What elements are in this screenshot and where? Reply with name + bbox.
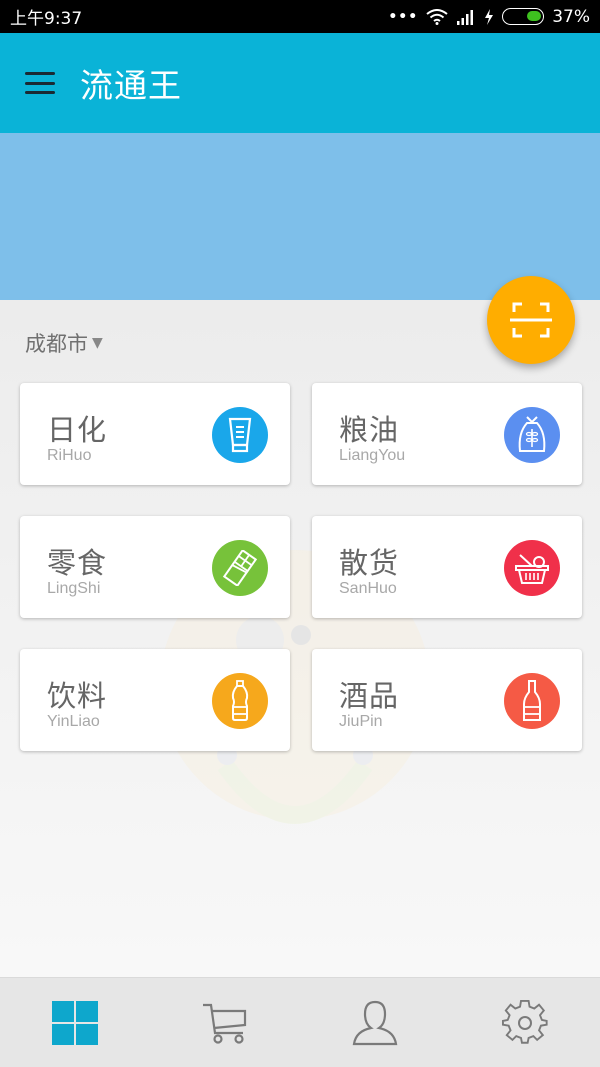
status-icons: ••• 37% [388,7,590,27]
category-pinyin: SanHuo [339,580,397,597]
category-card-jiupin[interactable]: 酒品 JiuPin [312,649,582,751]
app-title: 流通王 [80,66,182,105]
charging-icon [485,8,494,25]
hamburger-menu-icon[interactable] [25,72,55,94]
banner[interactable] [0,133,600,300]
scan-icon [510,302,552,338]
category-name: 散货 [339,546,400,580]
category-pinyin: RiHuo [47,447,92,464]
wine-bottle-icon [504,673,560,729]
main-content: 成都市 ▼ 日化 RiHuo 粮油 LiangYou 零食 LingShi 散货… [0,300,600,977]
category-pinyin: LingShi [47,580,101,597]
user-icon [352,1000,398,1045]
basket-icon [504,540,560,596]
status-time: 上午9:37 [10,9,83,29]
category-card-lingshi[interactable]: 零食 LingShi [20,516,290,618]
tab-cart[interactable] [150,978,300,1067]
gear-icon [502,999,548,1044]
category-pinyin: YinLiao [47,713,100,730]
wifi-icon [426,8,448,25]
chocolate-bar-icon [212,540,268,596]
category-card-liangyou[interactable]: 粮油 LiangYou [312,383,582,485]
battery-percent: 37% [552,6,590,27]
app-bar: 流通王 [0,33,600,133]
bottle-icon [212,673,268,729]
lotion-tube-icon [212,407,268,463]
category-card-sanhuo[interactable]: 散货 SanHuo [312,516,582,618]
city-name: 成都市 [25,332,88,356]
grain-sack-icon [504,407,560,463]
category-name: 日化 [47,413,108,447]
tab-settings[interactable] [450,978,600,1067]
battery-icon [502,8,545,25]
category-card-yinliao[interactable]: 饮料 YinLiao [20,649,290,751]
tab-profile[interactable] [300,978,450,1067]
scan-button[interactable] [487,276,575,364]
category-name: 饮料 [47,679,108,713]
grid-icon [52,1000,98,1045]
category-name: 酒品 [339,679,400,713]
city-selector[interactable]: 成都市 ▼ [25,328,103,358]
category-card-rihuo[interactable]: 日化 RiHuo [20,383,290,485]
category-name: 粮油 [339,413,400,447]
category-pinyin: LiangYou [339,447,406,464]
category-pinyin: JiuPin [339,713,383,730]
notification-dots-icon: ••• [388,8,419,25]
cart-icon [203,1003,247,1044]
bottom-tab-bar [0,977,600,1067]
status-bar: 上午9:37 ••• 37% [0,0,600,33]
category-name: 零食 [47,546,108,580]
tab-home[interactable] [0,978,150,1067]
signal-icon [457,9,474,25]
dropdown-arrow-icon: ▼ [92,335,103,351]
